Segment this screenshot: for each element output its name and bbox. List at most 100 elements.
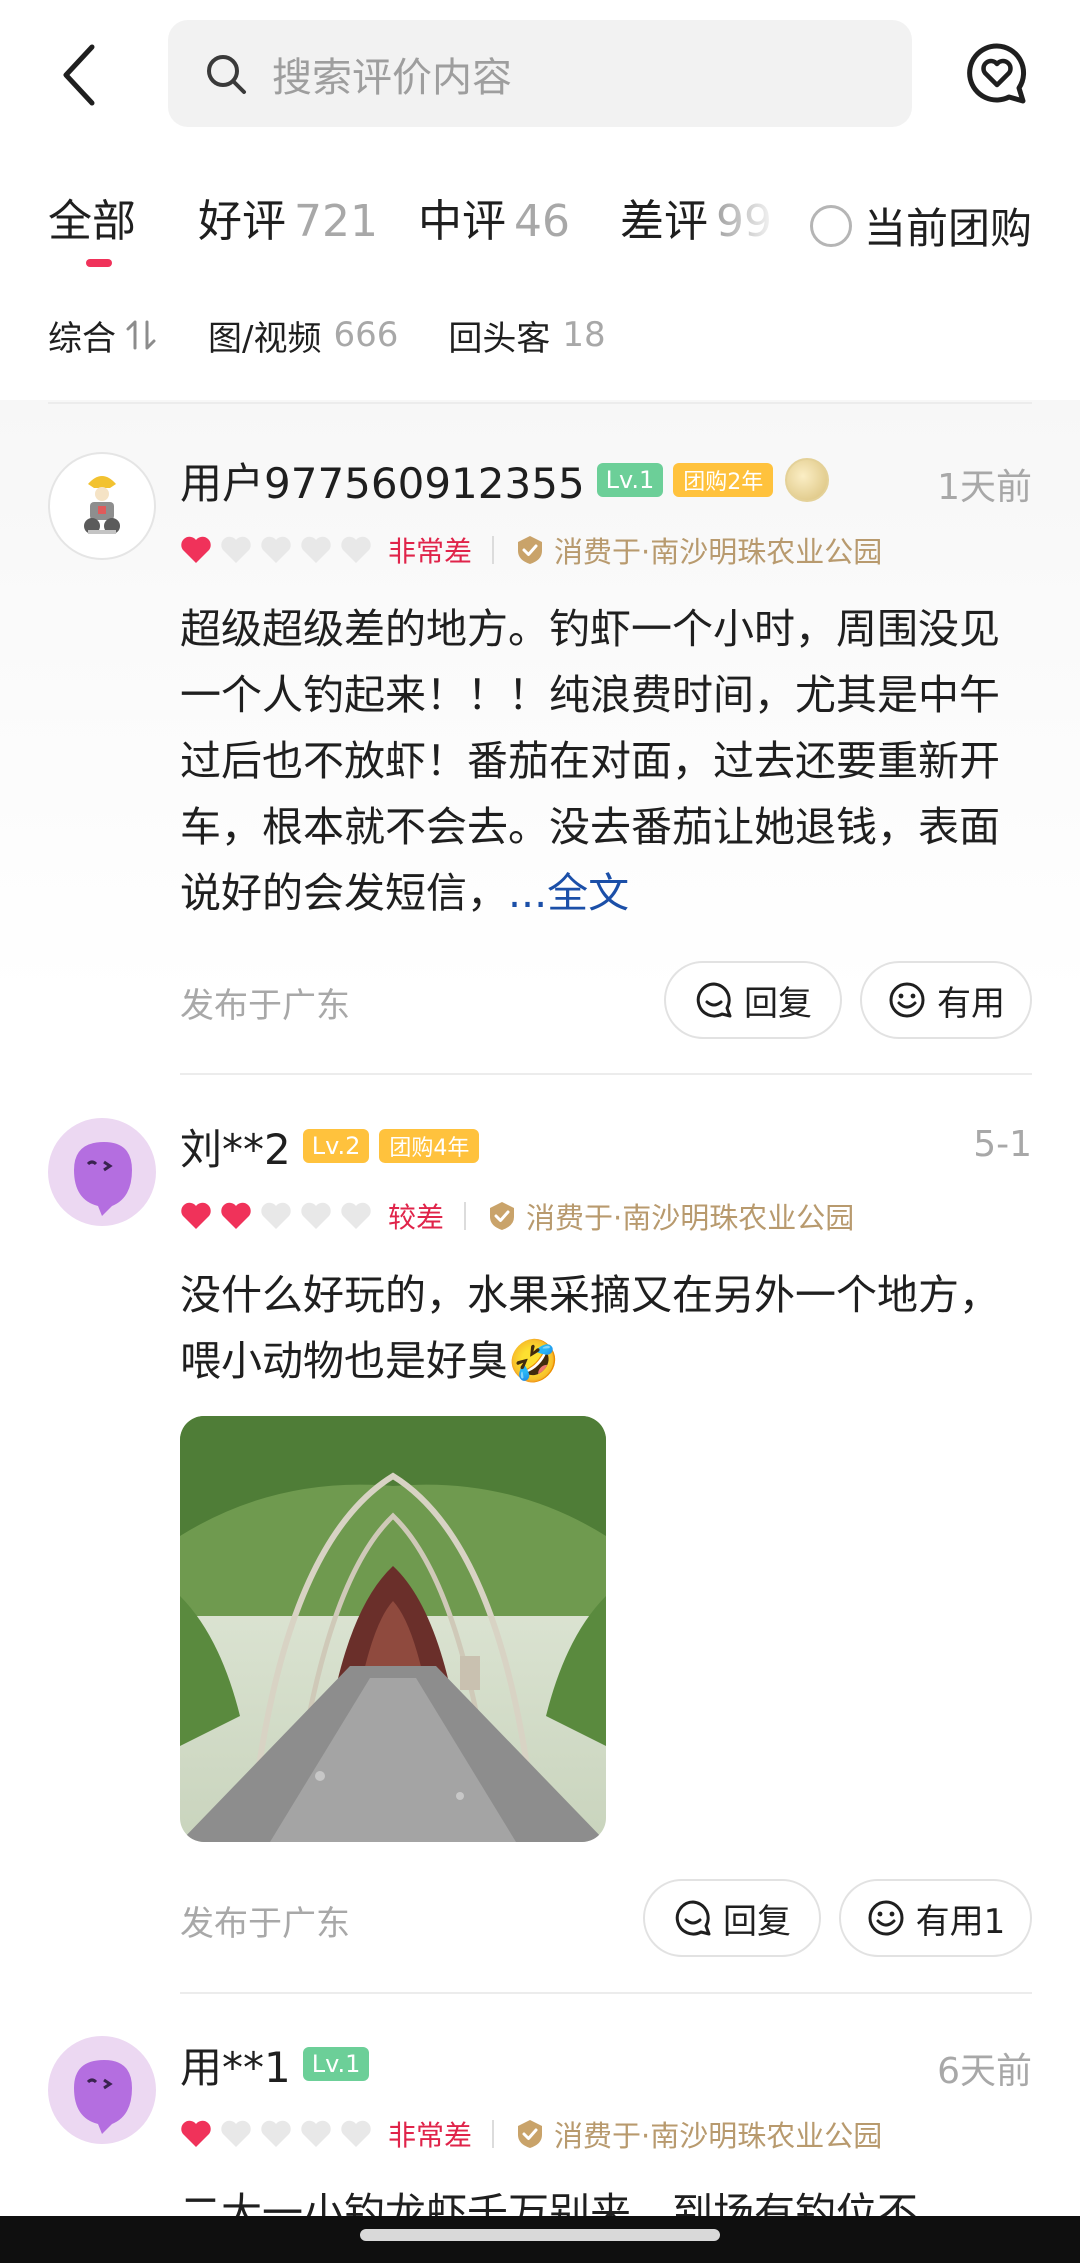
verified-shop-icon [518, 2120, 543, 2148]
review-content[interactable]: 没什么好玩的，水果采摘又在另外一个地方，喂小动物也是好臭🤣 [180, 1262, 1040, 1394]
heart-empty-icon [341, 2120, 371, 2147]
tab-label: 中评 [418, 196, 506, 247]
filter-media[interactable]: 图/视频 666 [208, 311, 398, 360]
comment-icon [696, 982, 732, 1018]
back-button[interactable] [48, 35, 108, 115]
divider [492, 2120, 495, 2148]
reply-label: 回复 [744, 983, 812, 1024]
username[interactable]: 刘**2 [180, 1116, 291, 1177]
heart-filled-icon [181, 2120, 211, 2147]
reply-button[interactable]: 回复 [664, 961, 842, 1039]
filter-returning[interactable]: 回头客 18 [448, 311, 605, 360]
filter-bar: 综合 图/视频 666 回头客 18 [48, 305, 656, 365]
current-group-toggle[interactable]: 当前团购 [810, 195, 1032, 256]
tab-count: 721 [294, 196, 378, 247]
tab-all[interactable]: 全部 [48, 185, 136, 249]
heart-empty-icon [301, 536, 331, 563]
filter-sort[interactable]: 综合 [48, 311, 158, 360]
verified-shop-icon [518, 536, 543, 564]
user-info: 刘**2 Lv.2 团购4年 [180, 1116, 480, 1177]
top-bar: 搜索评价内容 [0, 0, 1080, 150]
review-photo[interactable] [180, 1416, 606, 1842]
useful-label: 有用 [937, 983, 1005, 1024]
heart-empty-icon [261, 1202, 291, 1229]
heart-empty-icon [261, 2120, 291, 2147]
heart-empty-icon [301, 2120, 331, 2147]
smile-icon [868, 1900, 904, 1936]
avatar-image [74, 2060, 132, 2134]
rating-tabs: 全部 好评721 中评46 差评99 当前团购 [0, 175, 1080, 285]
divider [180, 1073, 1032, 1075]
search-icon [207, 54, 246, 94]
shop-name[interactable]: 消费于·南沙明珠农业公园 [526, 1195, 854, 1237]
username[interactable]: 用户977560912355 [180, 450, 585, 511]
avatar[interactable] [48, 1118, 156, 1226]
useful-button[interactable]: 有用1 [839, 1879, 1032, 1957]
divider [492, 536, 495, 564]
rating-row: 非常差 消费于·南沙明珠农业公园 [180, 530, 882, 570]
avatar[interactable] [48, 452, 156, 560]
tab-neutral[interactable]: 中评 46 [418, 185, 570, 249]
review-time: 5-1 [973, 1124, 1032, 1165]
heart-filled-icon [181, 536, 211, 563]
heart-empty-icon [301, 1202, 331, 1229]
tab-count: 46 [514, 196, 570, 247]
tab-fade [720, 175, 780, 275]
radio-icon [810, 204, 852, 247]
level-badge: Lv.1 [596, 463, 664, 497]
heart-empty-icon [221, 2120, 251, 2147]
group-badge: 团购4年 [379, 1129, 480, 1163]
group-badge: 团购2年 [673, 463, 774, 497]
filter-label: 综合 [48, 318, 116, 359]
medal-icon [785, 458, 830, 502]
rating-label: 较差 [388, 1201, 445, 1234]
heart-filled-icon [181, 1202, 211, 1229]
shop-name[interactable]: 消费于·南沙明珠农业公园 [554, 2113, 882, 2155]
search-input[interactable]: 搜索评价内容 [168, 20, 912, 127]
reply-button[interactable]: 回复 [643, 1879, 821, 1957]
divider [48, 402, 1032, 404]
review-time: 6天前 [937, 2051, 1032, 2092]
publish-location: 发布于广东 [180, 986, 350, 1026]
review-text: 没什么好玩的，水果采摘又在另外一个地方，喂小动物也是好臭🤣 [180, 1271, 1000, 1385]
shop-name[interactable]: 消费于·南沙明珠农业公园 [554, 529, 882, 571]
divider [180, 1992, 1032, 1994]
search-placeholder: 搜索评价内容 [272, 54, 512, 101]
divider [464, 1202, 467, 1230]
verified-shop-icon [490, 1202, 515, 1230]
smile-icon [889, 982, 925, 1018]
review-content[interactable]: 超级超级差的地方。钓虾一个小时，周围没见一个人钓起来！！！纯浪费时间，尤其是中午… [180, 596, 1040, 926]
chevron-left-icon [63, 44, 95, 106]
rating-row: 较差 消费于·南沙明珠农业公园 [180, 1196, 854, 1236]
avatar-image [84, 476, 120, 534]
home-indicator[interactable] [360, 2229, 720, 2241]
filter-count: 666 [333, 315, 399, 355]
full-text-link[interactable]: ...全文 [508, 869, 629, 917]
tab-label: 全部 [48, 196, 136, 247]
filter-count: 18 [562, 315, 606, 355]
rating-label: 非常差 [388, 535, 473, 568]
filter-label: 图/视频 [208, 318, 322, 359]
user-info: 用**1 Lv.1 [180, 2034, 370, 2095]
filter-label: 回头客 [448, 318, 551, 359]
useful-button[interactable]: 有用 [860, 961, 1032, 1039]
rating-row: 非常差 消费于·南沙明珠农业公园 [180, 2114, 882, 2154]
heart-empty-icon [341, 536, 371, 563]
review-content[interactable]: 二大一小钓龙虾千万别来，到场有钓位不 [180, 2180, 1040, 2220]
reply-label: 回复 [723, 1901, 791, 1942]
heart-filled-icon [221, 1202, 251, 1229]
avatar[interactable] [48, 2036, 156, 2144]
tab-positive[interactable]: 好评 721 [198, 185, 378, 249]
review-photo-image [180, 1416, 606, 1842]
current-group-label: 当前团购 [864, 204, 1033, 253]
publish-location: 发布于广东 [180, 1904, 350, 1944]
tab-label: 好评 [198, 196, 286, 247]
chat-heart-icon [967, 43, 1027, 104]
message-button[interactable] [962, 38, 1032, 108]
level-badge: Lv.1 [302, 2047, 370, 2081]
username[interactable]: 用**1 [180, 2034, 291, 2095]
level-badge: Lv.2 [302, 1129, 370, 1163]
user-info: 用户977560912355 Lv.1 团购2年 [180, 450, 830, 511]
rating-label: 非常差 [388, 2119, 473, 2152]
avatar-image [74, 1142, 132, 1216]
